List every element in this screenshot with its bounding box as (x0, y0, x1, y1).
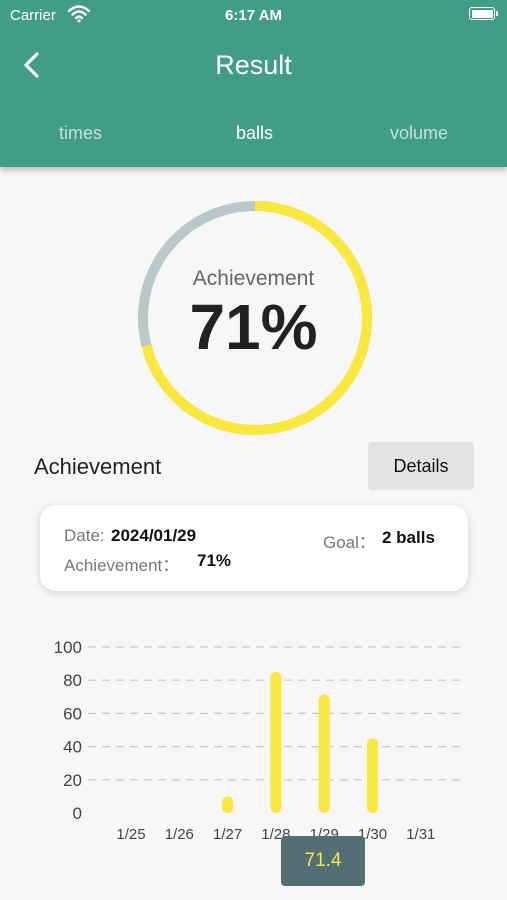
chart-bar[interactable] (367, 738, 378, 813)
goal-label: Goal： (323, 533, 376, 552)
y-tick-label: 40 (63, 738, 82, 757)
date-label: Date: (64, 526, 105, 545)
x-tick-label: 1/31 (406, 826, 435, 843)
gauge-value: 71% (189, 291, 318, 363)
tab-volume[interactable]: volume (390, 123, 448, 144)
tab-times[interactable]: times (59, 123, 102, 144)
achievement-section-title: Achievement (34, 454, 162, 479)
tab-balls[interactable]: balls (236, 123, 273, 144)
y-tick-label: 60 (63, 704, 82, 723)
status-time: 6:17 AM (225, 7, 282, 24)
chart-bar[interactable] (222, 796, 234, 813)
battery-icon (469, 7, 498, 20)
chart-bar[interactable] (270, 671, 282, 813)
y-tick-label: 80 (63, 671, 82, 690)
gauge-label: Achievement (192, 267, 315, 290)
achievement-value: 71% (197, 551, 232, 570)
y-tick-label: 0 (73, 804, 82, 823)
details-button[interactable]: Details (368, 442, 474, 490)
goal-value: 2 balls (382, 528, 435, 547)
x-tick-label: 1/25 (116, 826, 145, 843)
x-tick-label: 1/27 (213, 826, 242, 843)
y-tick-label: 20 (63, 771, 82, 790)
achievement-label: Achievement： (64, 556, 180, 575)
date-value: 2024/01/29 (111, 526, 197, 545)
chart-bar[interactable] (318, 694, 330, 813)
achievement-card: Date: 2024/01/29 Goal： 2 balls Achieveme… (40, 505, 468, 591)
page-title: Result (215, 50, 292, 80)
status-bar: Carrier 6:17 AM (0, 0, 507, 30)
achievement-bar-chart: 0204060801001/25 1/26 1/27 1/28 1/29 1/30 1/31 (54, 638, 466, 843)
y-tick-label: 100 (54, 638, 82, 657)
x-tick-label: 1/26 (165, 826, 194, 843)
app-header: Carrier 6:17 AM Result times balls volum… (0, 0, 507, 167)
chart-tooltip: 71.4 (281, 836, 365, 886)
